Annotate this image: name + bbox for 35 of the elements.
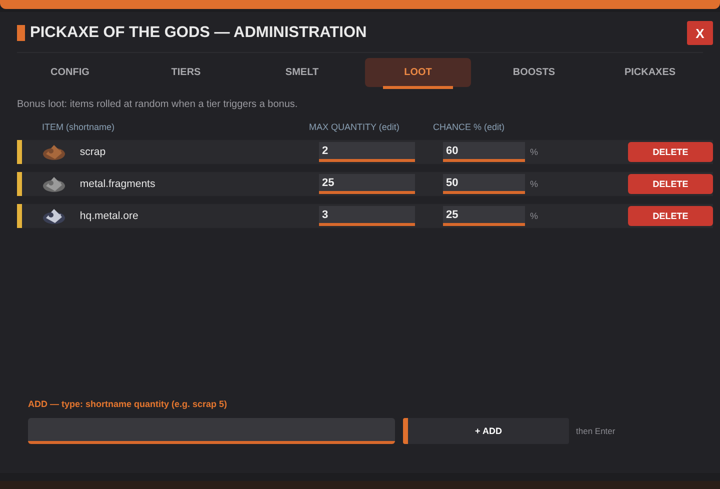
row-marker [17,204,22,228]
quantity-field[interactable]: 2 [319,142,415,162]
chance-field[interactable]: 60 [443,142,525,162]
tab[interactable]: CONFIG [17,58,123,87]
tab[interactable]: LOOT [365,58,471,87]
tab[interactable]: BOOSTS [481,58,587,87]
percent-unit: % [530,147,540,157]
title-marker [17,25,25,41]
percent-unit: % [530,211,540,221]
tab[interactable]: PICKAXES [597,58,703,87]
add-label: ADD — type: shortname quantity (e.g. scrap 5) [28,399,228,409]
add-button[interactable]: + ADD [403,418,569,444]
intro-text: Bonus loot: items rolled at random when a tier triggers a bonus. [17,99,299,110]
item-name: hq.metal.ore [78,210,140,222]
chance-field[interactable]: 25 [443,206,525,226]
tab[interactable]: SMELT [249,58,355,87]
delete-button[interactable]: DELETE [628,206,713,226]
hint-text: then Enter [576,426,616,436]
row-marker [17,140,22,164]
close-button[interactable]: X [687,21,713,45]
quantity-field[interactable]: 3 [319,206,415,226]
quantity-field[interactable]: 25 [319,174,415,194]
item-name: scrap [78,146,107,158]
percent-unit: % [530,179,540,189]
column-header: ITEM (shortname) [42,122,116,132]
delete-button[interactable]: DELETE [628,142,713,162]
column-header: CHANCE % (edit) [433,122,506,132]
item-name: metal.fragments [78,178,156,190]
tab[interactable]: TIERS [133,58,239,87]
chance-field[interactable]: 50 [443,174,525,194]
add-field[interactable] [28,418,395,444]
row-marker [17,172,22,196]
delete-button[interactable]: DELETE [628,174,713,194]
window-title: PICKAXE OF THE GODS — ADMINISTRATION [30,24,368,42]
column-header: MAX QUANTITY (edit) [309,122,400,132]
